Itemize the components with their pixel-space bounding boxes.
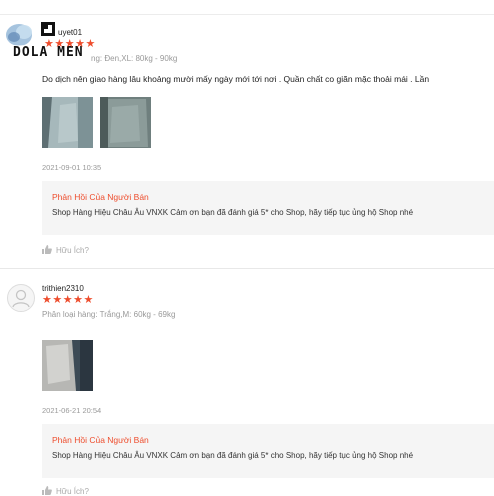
helpful-button[interactable]: Hữu Ích? bbox=[42, 245, 89, 255]
review-timestamp: 2021-06-21 20:54 bbox=[42, 406, 102, 415]
helpful-label: Hữu Ích? bbox=[56, 246, 89, 255]
review-photo-thumbnail[interactable] bbox=[100, 97, 151, 148]
top-divider bbox=[0, 14, 494, 15]
thumbs-up-icon bbox=[42, 245, 52, 254]
seller-reply-box: Phản Hồi Của Người Bán Shop Hàng Hiệu Ch… bbox=[42, 181, 494, 235]
seller-reply-text: Shop Hàng Hiệu Châu Âu VNXK Cảm ơn bạn đ… bbox=[52, 451, 414, 460]
seller-reply-title: Phản Hồi Của Người Bán bbox=[52, 192, 149, 202]
seller-reply-text: Shop Hàng Hiệu Châu Âu VNXK Cảm ơn bạn đ… bbox=[52, 208, 414, 217]
review-comment: Do dịch nên giao hàng lâu khoảng mười mấ… bbox=[42, 74, 430, 84]
rating-stars: ★★★★★ bbox=[44, 38, 96, 50]
review-divider bbox=[0, 268, 494, 269]
helpful-label: Hữu Ích? bbox=[56, 487, 89, 496]
reviewer-username[interactable]: uyet01 bbox=[58, 28, 82, 37]
user-avatar-icon[interactable] bbox=[7, 284, 35, 312]
seller-reply-title: Phản Hồi Của Người Bán bbox=[52, 435, 149, 445]
helpful-button[interactable]: Hữu Ích? bbox=[42, 486, 89, 496]
seller-reply-box: Phản Hồi Của Người Bán Shop Hàng Hiệu Ch… bbox=[42, 424, 494, 478]
review-timestamp: 2021-09-01 10:35 bbox=[42, 163, 102, 172]
variation-label: ng: Đen,XL: 80kg - 90kg bbox=[91, 54, 178, 63]
review-photo-thumbnail[interactable] bbox=[42, 97, 93, 148]
variation-label: Phân loại hàng: Trắng,M: 60kg - 69kg bbox=[42, 310, 176, 319]
review-photo-thumbnail[interactable] bbox=[42, 340, 93, 391]
dola-men-logo-icon bbox=[41, 22, 55, 36]
rating-stars: ★★★★★ bbox=[42, 294, 94, 306]
reviewer-username[interactable]: trithien2310 bbox=[42, 284, 84, 293]
